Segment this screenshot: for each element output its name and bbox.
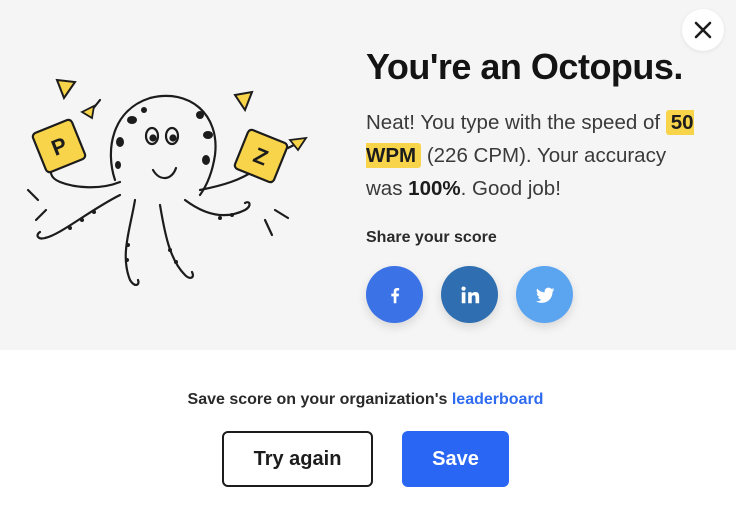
save-score-label: Save score on your organization's [187, 391, 448, 408]
accuracy-value: 100% [408, 177, 461, 200]
result-description: Neat! You type with the speed of 50 WPM … [366, 106, 706, 205]
twitter-icon [535, 287, 554, 303]
share-facebook-button[interactable] [366, 266, 423, 323]
save-button[interactable]: Save [402, 431, 509, 487]
save-score-text: Save score on your organization's leader… [0, 391, 731, 409]
try-again-button[interactable]: Try again [222, 431, 373, 487]
close-icon [694, 21, 712, 39]
octopus-illustration: P Z [26, 78, 308, 286]
share-linkedin-button[interactable] [441, 266, 498, 323]
close-button[interactable] [682, 9, 724, 51]
leaderboard-link[interactable]: leaderboard [452, 391, 544, 408]
facebook-icon [390, 287, 399, 303]
desc-suffix: . Good job! [460, 177, 561, 200]
linkedin-icon [460, 285, 479, 303]
result-title: You're an Octopus. [366, 46, 683, 87]
desc-prefix: Neat! You type with the speed of [366, 111, 661, 134]
share-label: Share your score [366, 229, 497, 246]
letter-tile-z: Z [233, 128, 289, 184]
letter-tile-p: P [31, 118, 87, 174]
share-twitter-button[interactable] [516, 266, 573, 323]
